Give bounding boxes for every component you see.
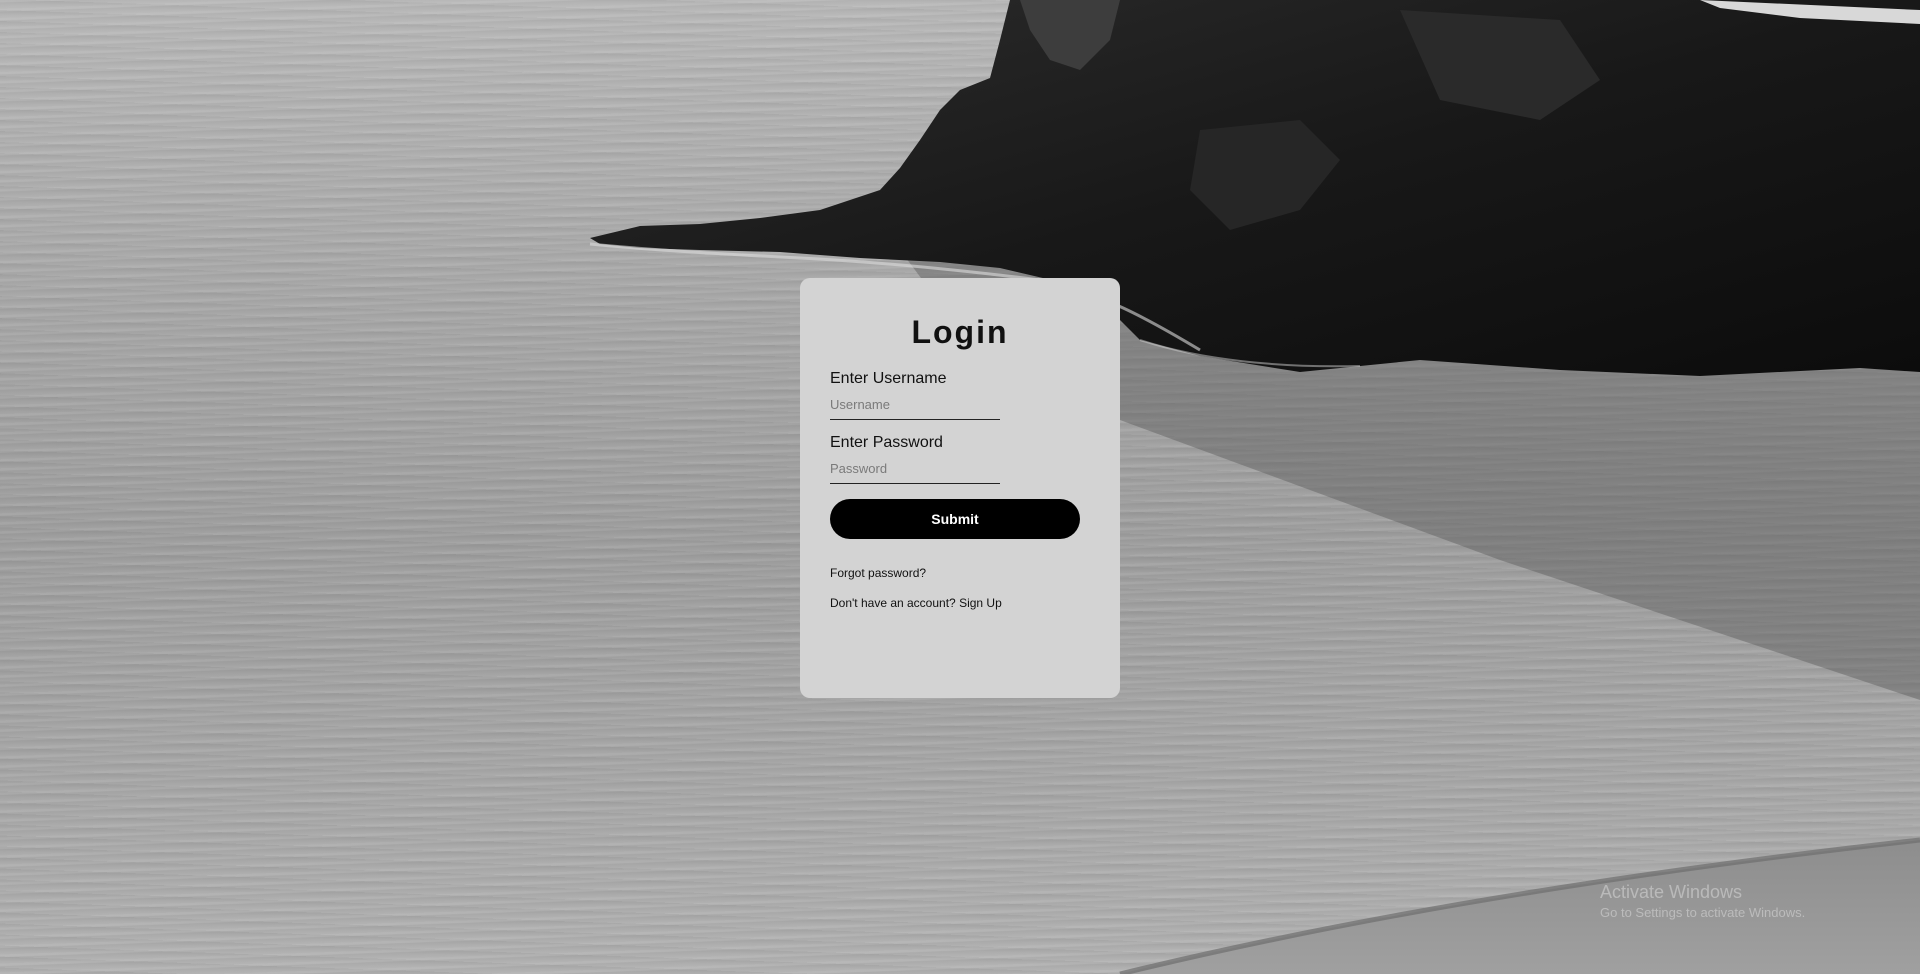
signup-link[interactable]: Sign Up bbox=[959, 596, 1002, 610]
submit-button[interactable]: Submit bbox=[830, 499, 1080, 539]
forgot-password-link[interactable]: Forgot password? bbox=[830, 566, 1090, 580]
account-prompt-text: Don't have an account? bbox=[830, 596, 956, 610]
username-label: Enter Username bbox=[830, 370, 947, 387]
activate-windows-watermark: Activate Windows Go to Settings to activ… bbox=[1600, 882, 1805, 920]
watermark-subtitle: Go to Settings to activate Windows. bbox=[1600, 905, 1806, 920]
login-title: Login bbox=[911, 314, 1009, 350]
password-input[interactable] bbox=[830, 454, 1000, 484]
watermark-title: Activate Windows bbox=[1600, 882, 1743, 902]
login-card: Login Enter Username Enter Password Subm… bbox=[800, 278, 1120, 698]
password-label: Enter Password bbox=[830, 434, 943, 451]
signup-prompt: Don't have an account? Sign Up bbox=[830, 596, 1090, 610]
username-input[interactable] bbox=[830, 390, 1000, 420]
